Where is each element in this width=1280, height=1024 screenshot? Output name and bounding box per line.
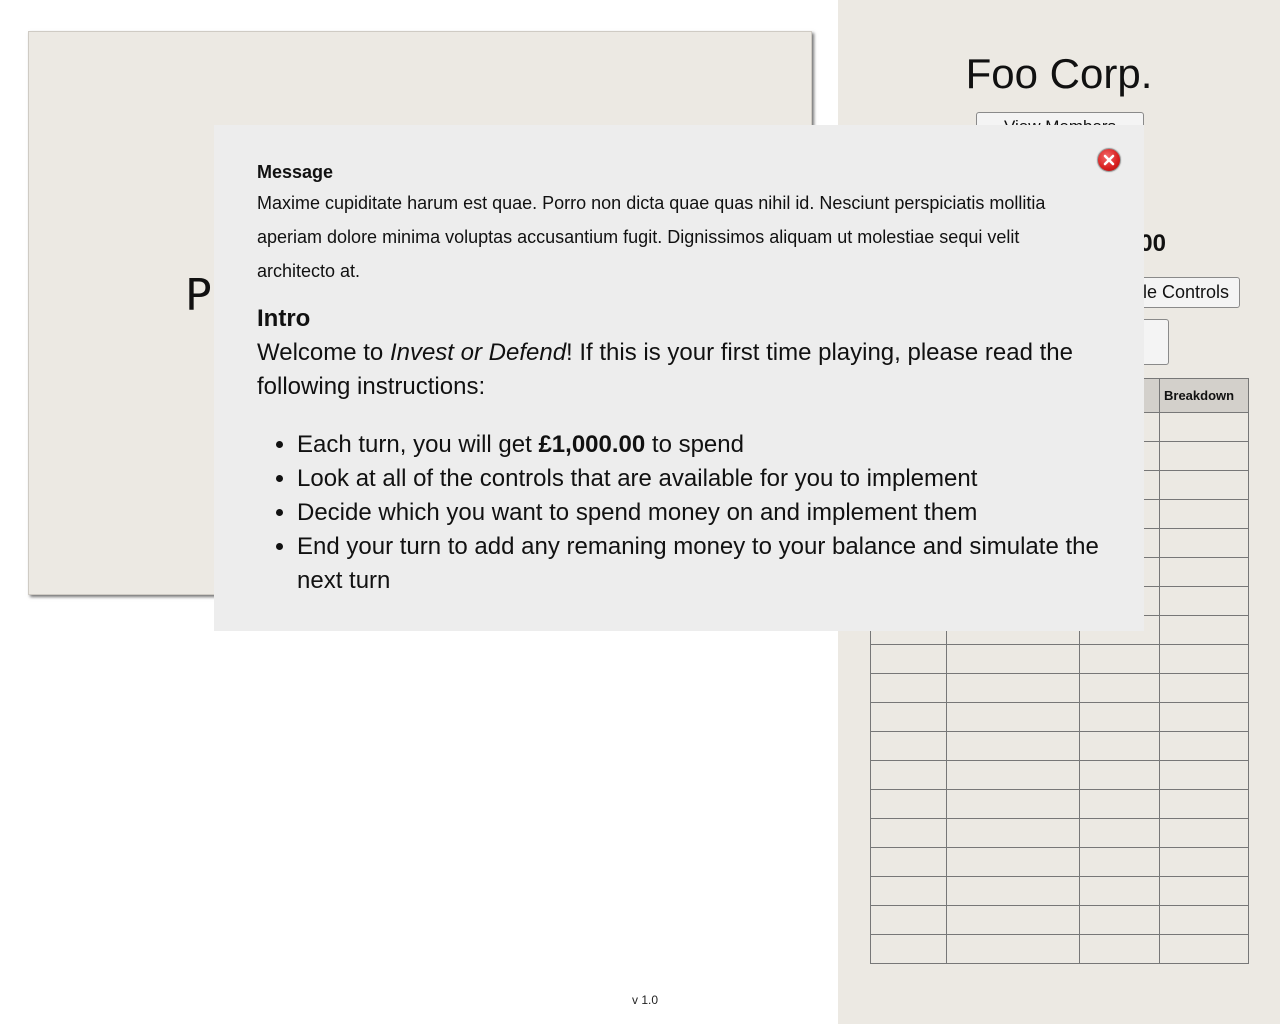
table-cell bbox=[946, 905, 1080, 935]
instructions-list: Each turn, you will get £1,000.00 to spe… bbox=[257, 428, 1100, 598]
list-item: End your turn to add any remaning money … bbox=[297, 530, 1100, 598]
table-row bbox=[870, 673, 1249, 703]
close-icon[interactable] bbox=[1097, 148, 1121, 172]
table-cell bbox=[946, 702, 1080, 732]
step-amount: £1,000.00 bbox=[538, 431, 646, 458]
table-cell bbox=[946, 644, 1080, 674]
table-cell bbox=[1079, 760, 1160, 790]
table-cell bbox=[870, 789, 947, 819]
table-cell bbox=[946, 934, 1080, 964]
table-cell bbox=[946, 876, 1080, 906]
intro-text: Welcome to Invest or Defend! If this is … bbox=[257, 336, 1100, 404]
step-text: End your turn to add any remaning money … bbox=[297, 533, 1099, 594]
message-body: Maxime cupiditate harum est quae. Porro … bbox=[257, 193, 1046, 281]
table-cell bbox=[946, 818, 1080, 848]
table-cell bbox=[1159, 615, 1249, 645]
table-cell bbox=[1159, 760, 1249, 790]
table-cell bbox=[1159, 876, 1249, 906]
table-cell bbox=[1159, 789, 1249, 819]
table-cell bbox=[1159, 702, 1249, 732]
step-text: Look at all of the controls that are ava… bbox=[297, 465, 978, 492]
step-text: Each turn, you will get bbox=[297, 431, 539, 458]
table-cell bbox=[1159, 934, 1249, 964]
table-cell bbox=[1159, 470, 1249, 500]
game-name: Invest or Defend bbox=[389, 339, 567, 366]
table-row bbox=[870, 876, 1249, 906]
table-cell bbox=[1159, 557, 1249, 587]
table-cell bbox=[1159, 528, 1249, 558]
table-cell bbox=[1079, 644, 1160, 674]
table-cell bbox=[1159, 441, 1249, 471]
intro-heading: Intro bbox=[257, 305, 311, 332]
table-cell bbox=[870, 731, 947, 761]
version-label: v 1.0 bbox=[632, 993, 659, 1007]
message-heading: Message bbox=[257, 162, 334, 182]
table-cell bbox=[870, 818, 947, 848]
table-cell bbox=[1079, 847, 1160, 877]
table-cell bbox=[946, 673, 1080, 703]
table-cell bbox=[946, 760, 1080, 790]
table-cell bbox=[1159, 586, 1249, 616]
table-cell bbox=[1079, 789, 1160, 819]
table-cell bbox=[1079, 731, 1160, 761]
company-name: Foo Corp. bbox=[965, 50, 1153, 97]
step-text: Decide which you want to spend money on … bbox=[297, 499, 978, 526]
table-cell bbox=[1079, 876, 1160, 906]
table-row bbox=[870, 847, 1249, 877]
table-cell bbox=[1159, 644, 1249, 674]
list-item: Look at all of the controls that are ava… bbox=[297, 462, 1100, 496]
table-cell bbox=[946, 847, 1080, 877]
table-cell bbox=[870, 876, 947, 906]
table-cell bbox=[1079, 702, 1160, 732]
table-cell bbox=[1159, 412, 1249, 442]
table-cell bbox=[870, 673, 947, 703]
table-cell bbox=[1159, 905, 1249, 935]
table-cell bbox=[1079, 673, 1160, 703]
table-cell bbox=[870, 760, 947, 790]
table-cell bbox=[1079, 934, 1160, 964]
list-item: Decide which you want to spend money on … bbox=[297, 496, 1100, 530]
table-row bbox=[870, 644, 1249, 674]
table-row bbox=[870, 789, 1249, 819]
table-row bbox=[870, 905, 1249, 935]
table-cell bbox=[946, 731, 1080, 761]
table-cell bbox=[1159, 818, 1249, 848]
table-row bbox=[870, 818, 1249, 848]
table-cell bbox=[1079, 905, 1160, 935]
table-cell bbox=[1159, 673, 1249, 703]
step-text: to spend bbox=[645, 431, 744, 458]
table-header-breakdown: Breakdown bbox=[1159, 378, 1249, 413]
table-cell bbox=[870, 934, 947, 964]
table-cell bbox=[1159, 731, 1249, 761]
table-row bbox=[870, 702, 1249, 732]
table-row bbox=[870, 934, 1249, 964]
table-cell bbox=[870, 702, 947, 732]
table-cell bbox=[946, 789, 1080, 819]
table-cell bbox=[870, 644, 947, 674]
table-cell bbox=[870, 905, 947, 935]
table-cell bbox=[870, 847, 947, 877]
table-cell bbox=[1079, 818, 1160, 848]
table-row bbox=[870, 731, 1249, 761]
table-cell bbox=[1159, 847, 1249, 877]
intro-prefix: Welcome to bbox=[257, 339, 390, 366]
table-row bbox=[870, 760, 1249, 790]
message-modal: Message Maxime cupiditate harum est quae… bbox=[214, 125, 1144, 631]
table-cell bbox=[1159, 499, 1249, 529]
list-item: Each turn, you will get £1,000.00 to spe… bbox=[297, 428, 1100, 462]
